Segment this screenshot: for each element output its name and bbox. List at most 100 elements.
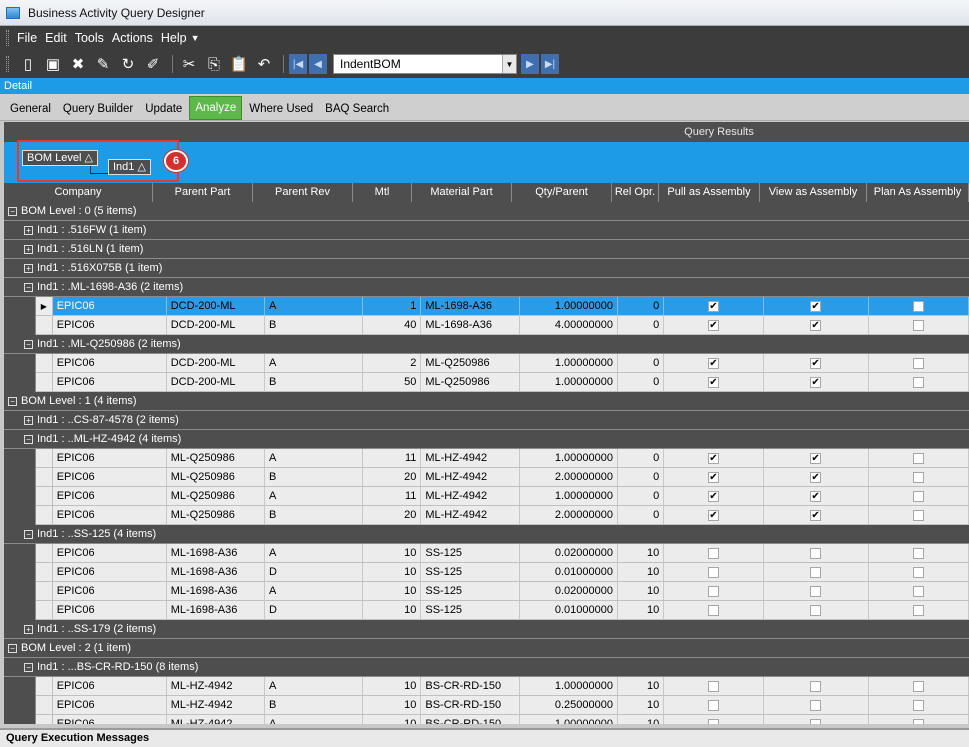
cell-material-part[interactable]: SS-125 <box>421 563 520 581</box>
first-record-icon[interactable]: |◀ <box>289 54 307 74</box>
cell-mtl[interactable]: 10 <box>363 696 422 714</box>
col-plan-as-assembly[interactable]: Plan As Assembly <box>867 183 969 202</box>
expand-icon[interactable]: + <box>24 225 33 235</box>
cell-parent-part[interactable]: DCD-200-ML <box>167 316 265 334</box>
plan-as-assembly-checkbox[interactable] <box>912 471 924 483</box>
row-selector[interactable] <box>36 449 53 467</box>
view-as-assembly-checkbox[interactable] <box>810 566 822 578</box>
group-row-ind1[interactable]: − Ind1 : ..SS-125 (4 items) <box>4 525 969 544</box>
cell-rev[interactable]: D <box>265 563 364 581</box>
plan-as-assembly-checkbox[interactable] <box>912 452 924 464</box>
tab-general[interactable]: General <box>5 98 56 120</box>
table-row[interactable]: EPIC06 ML-Q250986 B 20 ML-HZ-4942 2.00000000 0… <box>4 506 969 525</box>
cell-mtl[interactable]: 10 <box>363 601 422 619</box>
col-parent-rev[interactable]: Parent Rev <box>253 183 353 202</box>
cell-company[interactable]: EPIC06 <box>53 696 167 714</box>
cell-company[interactable]: EPIC06 <box>53 544 167 562</box>
plan-as-assembly-checkbox[interactable] <box>912 680 924 692</box>
view-as-assembly-checkbox[interactable] <box>810 680 822 692</box>
cell-material-part[interactable]: SS-125 <box>421 601 520 619</box>
pull-as-assembly-checkbox[interactable] <box>707 547 719 559</box>
cell-parent-part[interactable]: ML-Q250986 <box>167 468 265 486</box>
cell-company[interactable]: EPIC06 <box>53 449 167 467</box>
cell-parent-part[interactable]: ML-1698-A36 <box>167 601 265 619</box>
group-row-ind1[interactable]: + Ind1 : ..SS-179 (2 items) <box>4 620 969 639</box>
row-selector[interactable] <box>36 696 53 714</box>
view-as-assembly-checkbox[interactable] <box>810 547 822 559</box>
menu-file[interactable]: File <box>17 31 37 45</box>
view-as-assembly-checkbox[interactable] <box>810 699 822 711</box>
cell-company[interactable]: EPIC06 <box>53 468 167 486</box>
cell-company[interactable]: EPIC06 <box>53 373 167 391</box>
menu-overflow-icon[interactable]: ▼ <box>191 33 200 43</box>
next-record-icon[interactable]: ▶ <box>521 54 539 74</box>
view-as-assembly-checkbox[interactable]: ✔ <box>810 471 822 483</box>
group-row-ind1[interactable]: − Ind1 : ...BS-CR-RD-150 (8 items) <box>4 658 969 677</box>
menu-grip[interactable] <box>6 30 9 46</box>
cell-material-part[interactable]: ML-1698-A36 <box>421 316 520 334</box>
table-row-cells[interactable]: EPIC06 ML-Q250986 B 20 ML-HZ-4942 2.00000000 0… <box>36 468 969 487</box>
cell-qty[interactable]: 1.00000000 <box>520 373 618 391</box>
cell-parent-part[interactable]: ML-1698-A36 <box>167 563 265 581</box>
cell-company[interactable]: EPIC06 <box>53 677 167 695</box>
table-row[interactable]: EPIC06 DCD-200-ML B 50 ML-Q250986 1.00000000 0… <box>4 373 969 392</box>
cell-qty[interactable]: 1.00000000 <box>520 297 618 315</box>
cell-mtl[interactable]: 11 <box>363 449 422 467</box>
table-row-cells[interactable]: EPIC06 ML-1698-A36 A 10 SS-125 0.02000000 10 <box>36 544 969 563</box>
cell-rel-opr[interactable]: 0 <box>618 373 665 391</box>
view-as-assembly-checkbox[interactable]: ✔ <box>810 509 822 521</box>
new-icon[interactable]: ▯ <box>17 53 39 75</box>
cell-rel-opr[interactable]: 10 <box>618 677 665 695</box>
group-row-ind1[interactable]: − Ind1 : ..ML-HZ-4942 (4 items) <box>4 430 969 449</box>
cell-rel-opr[interactable]: 0 <box>618 506 665 524</box>
row-selector[interactable] <box>36 715 53 724</box>
plan-as-assembly-checkbox[interactable] <box>912 547 924 559</box>
collapse-icon[interactable]: − <box>8 643 17 653</box>
cell-qty[interactable]: 2.00000000 <box>520 468 618 486</box>
col-view-as-assembly[interactable]: View as Assembly <box>760 183 867 202</box>
cell-qty[interactable]: 1.00000000 <box>520 487 618 505</box>
pull-as-assembly-checkbox[interactable]: ✔ <box>707 300 719 312</box>
view-as-assembly-checkbox[interactable] <box>810 718 822 724</box>
collapse-icon[interactable]: − <box>24 662 33 672</box>
cell-rev[interactable]: B <box>265 316 364 334</box>
table-row-cells[interactable]: EPIC06 DCD-200-ML B 50 ML-Q250986 1.00000000 0… <box>36 373 969 392</box>
table-row[interactable]: EPIC06 ML-1698-A36 D 10 SS-125 0.01000000 10 <box>4 563 969 582</box>
cell-material-part[interactable]: ML-HZ-4942 <box>421 506 520 524</box>
table-row-cells[interactable]: EPIC06 ML-HZ-4942 A 10 BS-CR-RD-150 1.0000000… <box>36 677 969 696</box>
delete-icon[interactable]: ✖ <box>67 53 89 75</box>
cell-mtl[interactable]: 10 <box>363 544 422 562</box>
col-parent-part[interactable]: Parent Part <box>153 183 253 202</box>
pull-as-assembly-checkbox[interactable]: ✔ <box>707 376 719 388</box>
cell-mtl[interactable]: 10 <box>363 677 422 695</box>
pull-as-assembly-checkbox[interactable]: ✔ <box>707 471 719 483</box>
table-row-cells[interactable]: EPIC06 ML-1698-A36 A 10 SS-125 0.02000000 10 <box>36 582 969 601</box>
pull-as-assembly-checkbox[interactable] <box>707 604 719 616</box>
row-selector[interactable] <box>36 373 53 391</box>
row-selector[interactable] <box>36 506 53 524</box>
table-row-cells[interactable]: EPIC06 ML-Q250986 A 11 ML-HZ-4942 1.00000000 0… <box>36 449 969 468</box>
tab-update[interactable]: Update <box>140 98 187 120</box>
plan-as-assembly-checkbox[interactable] <box>912 604 924 616</box>
row-selector[interactable] <box>36 468 53 486</box>
query-results-grid[interactable]: − BOM Level : 0 (5 items) + Ind1 : .516FW (… <box>4 202 969 724</box>
cell-company[interactable]: EPIC06 <box>53 487 167 505</box>
expand-icon[interactable]: + <box>24 624 33 634</box>
cell-parent-part[interactable]: ML-HZ-4942 <box>167 677 265 695</box>
collapse-icon[interactable]: − <box>8 396 17 406</box>
cell-rel-opr[interactable]: 10 <box>618 696 665 714</box>
tab-where-used[interactable]: Where Used <box>244 98 318 120</box>
group-row-ind1[interactable]: + Ind1 : .516LN (1 item) <box>4 240 969 259</box>
group-row-ind1[interactable]: + Ind1 : .516FW (1 item) <box>4 221 969 240</box>
view-as-assembly-checkbox[interactable]: ✔ <box>810 376 822 388</box>
collapse-icon[interactable]: − <box>24 282 33 292</box>
cell-parent-part[interactable]: ML-HZ-4942 <box>167 696 265 714</box>
cell-qty[interactable]: 1.00000000 <box>520 449 618 467</box>
cell-rel-opr[interactable]: 0 <box>618 449 665 467</box>
cell-mtl[interactable]: 1 <box>363 297 422 315</box>
col-mtl[interactable]: Mtl <box>353 183 412 202</box>
last-record-icon[interactable]: ▶| <box>541 54 559 74</box>
cell-material-part[interactable]: ML-1698-A36 <box>421 297 520 315</box>
table-row-cells[interactable]: EPIC06 ML-1698-A36 D 10 SS-125 0.01000000 10 <box>36 601 969 620</box>
cell-rev[interactable]: A <box>265 354 364 372</box>
